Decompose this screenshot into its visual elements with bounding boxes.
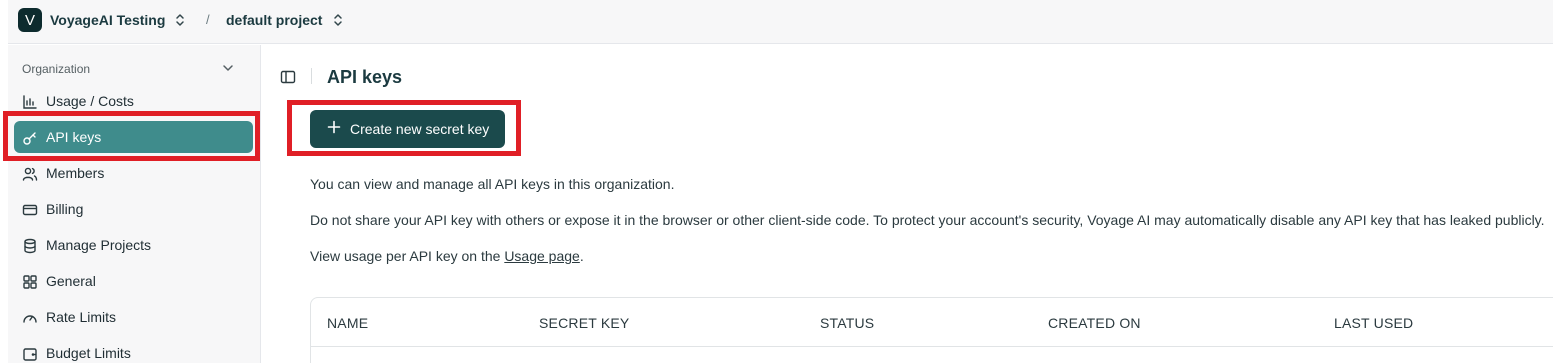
usage-hint-suffix: .	[579, 248, 584, 264]
sidebar-item-rate-limits[interactable]: Rate Limits	[14, 301, 253, 333]
bar-chart-icon	[22, 94, 38, 110]
sidebar-item-general[interactable]: General	[14, 265, 253, 297]
highlight-box-sidebar-api-keys	[3, 111, 260, 161]
column-header-created-on: CREATED ON	[1048, 315, 1141, 331]
column-header-name: NAME	[327, 315, 369, 331]
sidebar-item-label: Manage Projects	[46, 237, 152, 253]
column-header-secret-key: SECRET KEY	[539, 315, 630, 331]
chevron-down-icon[interactable]	[222, 61, 234, 73]
org-switcher-label[interactable]: VoyageAI Testing	[50, 12, 165, 28]
org-logo[interactable]: V	[18, 8, 42, 32]
sidebar-section-label: Organization	[22, 62, 91, 76]
sidebar-item-budget-limits[interactable]: Budget Limits	[14, 337, 253, 363]
sidebar-item-label: General	[46, 273, 96, 289]
api-keys-table: NAME SECRET KEY STATUS CREATED ON LAST U…	[310, 297, 1553, 363]
title-divider	[311, 68, 312, 84]
column-header-last-used: LAST USED	[1334, 315, 1414, 331]
page-title: API keys	[327, 67, 403, 87]
security-warning-text: Do not share your API key with others or…	[310, 212, 1545, 228]
sidebar-item-billing[interactable]: Billing	[14, 193, 253, 225]
org-switcher-chevron-icon[interactable]	[175, 13, 185, 27]
sidebar-item-label: Billing	[46, 201, 84, 217]
grid-icon	[22, 274, 38, 290]
highlight-box-create-button	[287, 100, 521, 156]
sidebar-item-label: Rate Limits	[46, 309, 117, 325]
usage-hint-text: View usage per API key on the Usage page…	[310, 248, 584, 264]
project-switcher-label[interactable]: default project	[226, 12, 322, 28]
sidebar-item-label: Usage / Costs	[46, 93, 134, 109]
sidebar-item-label: Budget Limits	[46, 345, 131, 361]
project-switcher-chevron-icon[interactable]	[333, 13, 343, 27]
users-icon	[22, 166, 38, 182]
wallet-icon	[22, 346, 38, 362]
sidebar: Organization Usage / Costs API keys Memb…	[8, 45, 261, 363]
org-initial: V	[24, 11, 35, 29]
gauge-icon	[22, 310, 38, 326]
sidebar-item-label: Members	[46, 165, 105, 181]
credit-card-icon	[22, 202, 38, 218]
top-bar: V VoyageAI Testing / default project	[8, 0, 1553, 44]
table-header-divider	[311, 346, 1553, 347]
intro-text: You can view and manage all API keys in …	[310, 176, 675, 192]
column-header-status: STATUS	[820, 315, 875, 331]
usage-hint-prefix: View usage per API key on the	[310, 248, 505, 264]
breadcrumb-separator: /	[206, 12, 210, 27]
sidebar-toggle-icon[interactable]	[280, 69, 296, 85]
database-icon	[22, 238, 38, 254]
sidebar-item-manage-projects[interactable]: Manage Projects	[14, 229, 253, 261]
sidebar-item-members[interactable]: Members	[14, 157, 253, 189]
usage-page-link[interactable]: Usage page	[504, 248, 580, 264]
